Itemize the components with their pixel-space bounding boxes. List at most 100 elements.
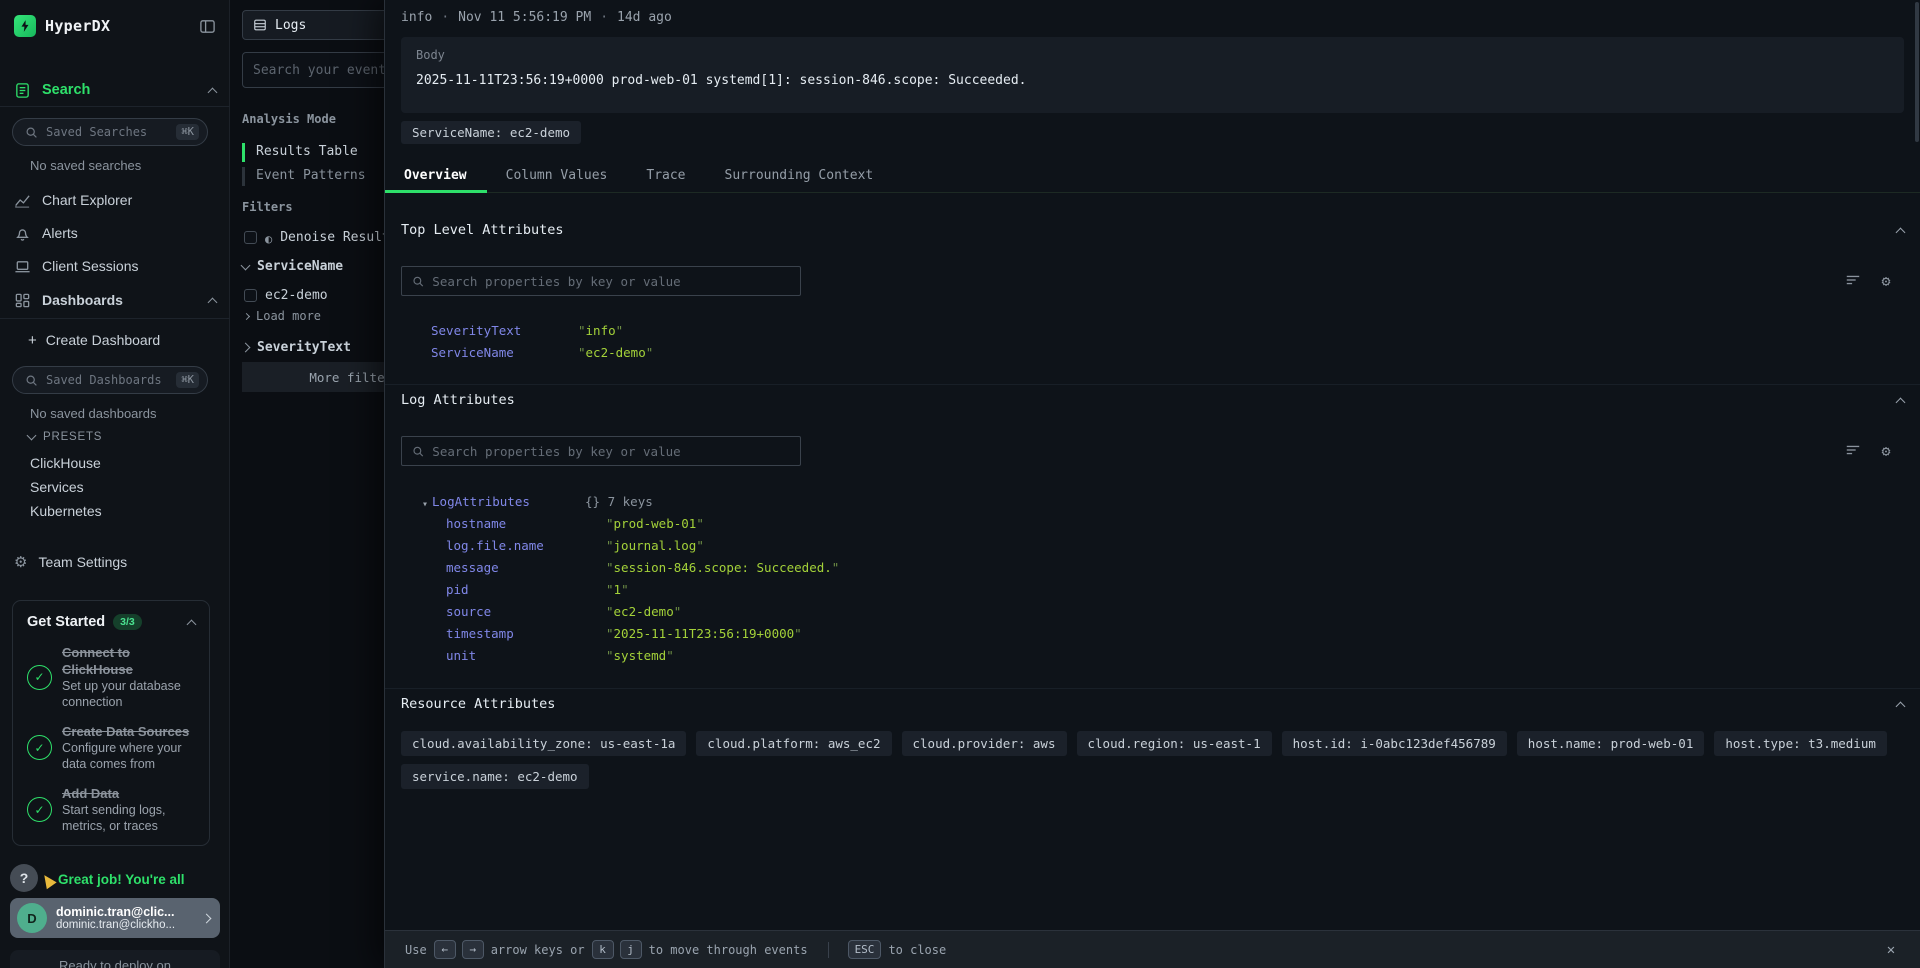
attribute-key[interactable]: hostname (446, 516, 606, 531)
resource-chip[interactable]: host.type: t3.medium (1714, 731, 1887, 756)
brand-row: HyperDX (0, 14, 230, 38)
resource-chip[interactable]: cloud.region: us-east-1 (1077, 731, 1272, 756)
service-name-chip[interactable]: ServiceName: ec2-demo (401, 121, 581, 144)
divider (385, 688, 1920, 689)
preset-kubernetes[interactable]: Kubernetes (30, 503, 102, 519)
attribute-value[interactable]: prod-web-01 (606, 516, 704, 531)
log-attributes-root[interactable]: LogAttributes {} 7 keys (422, 492, 653, 510)
chevron-up-icon[interactable] (208, 87, 218, 97)
attribute-key[interactable]: source (446, 604, 606, 619)
divider (0, 318, 230, 319)
preset-clickhouse[interactable]: ClickHouse (30, 455, 101, 471)
attribute-value[interactable]: systemd (606, 648, 674, 663)
deploy-banner[interactable]: Ready to deploy on (10, 950, 220, 968)
help-button[interactable]: ? (10, 864, 38, 892)
presets-toggle[interactable]: PRESETS (28, 431, 102, 443)
sidebar-item-search[interactable]: Search (0, 78, 230, 102)
sidebar-item-chart-explorer[interactable]: Chart Explorer (0, 190, 230, 210)
section-log-attributes: Log Attributes (401, 391, 1904, 409)
chevron-up-icon[interactable] (187, 619, 197, 629)
tab-trace[interactable]: Trace (627, 160, 705, 193)
get-started-item: Connect to ClickHouse Set up your databa… (27, 644, 195, 710)
no-saved-dashboards-text: No saved dashboards (30, 406, 156, 421)
bell-icon (14, 225, 31, 242)
denoise-checkbox-row[interactable]: Denoise Results (244, 228, 398, 247)
resource-chip[interactable]: cloud.availability_zone: us-east-1a (401, 731, 686, 756)
mode-event-patterns[interactable]: Event Patterns (256, 168, 366, 183)
log-attrs-search-input[interactable] (432, 444, 790, 459)
divider (385, 384, 1920, 385)
attribute-row: source ec2-demo (446, 602, 681, 620)
line-wrap-icon[interactable] (1843, 440, 1863, 460)
get-started-header[interactable]: Get Started 3/3 (27, 614, 195, 630)
attribute-key[interactable]: ServiceName (431, 345, 578, 360)
attribute-value[interactable]: ec2-demo (606, 604, 681, 619)
filter-group-servicename[interactable]: ServiceName (242, 259, 343, 274)
create-dashboard-button[interactable]: + Create Dashboard (0, 330, 230, 350)
option-label: ec2-demo (265, 288, 328, 303)
gear-icon (14, 553, 27, 572)
top-attrs-search-box[interactable] (401, 266, 801, 296)
resource-chip[interactable]: cloud.provider: aws (902, 731, 1067, 756)
collapse-section-icon[interactable] (1896, 701, 1906, 711)
attribute-value[interactable]: ec2-demo (578, 345, 653, 360)
saved-searches-input[interactable]: Saved Searches ⌘K (12, 118, 208, 146)
scrollbar-thumb[interactable] (1915, 2, 1919, 142)
checkbox[interactable] (244, 231, 257, 244)
attribute-value[interactable]: info (578, 323, 623, 338)
attribute-value[interactable]: journal.log (606, 538, 704, 553)
attribute-key[interactable]: unit (446, 648, 606, 663)
line-wrap-icon[interactable] (1843, 270, 1863, 290)
gear-icon[interactable] (1876, 270, 1896, 290)
gear-icon[interactable] (1876, 440, 1896, 460)
log-attrs-search-box[interactable] (401, 436, 801, 466)
event-relative-time: 14d ago (617, 10, 672, 25)
logs-source-icon (253, 18, 267, 32)
load-more-button[interactable]: Load more (244, 309, 321, 323)
attribute-key[interactable]: log.file.name (446, 538, 606, 553)
body-text: 2025-11-11T23:56:19+0000 prod-web-01 sys… (416, 73, 1889, 88)
attribute-key[interactable]: timestamp (446, 626, 606, 641)
chevron-up-icon[interactable] (208, 297, 218, 307)
top-attrs-search-input[interactable] (432, 274, 790, 289)
sidebar-item-alerts[interactable]: Alerts (0, 223, 230, 243)
footer-text: Use (405, 943, 427, 957)
attribute-value[interactable]: 1 (606, 582, 629, 597)
collapse-section-icon[interactable] (1896, 227, 1906, 237)
brand-name: HyperDX (45, 17, 110, 35)
filter-option-ec2-demo[interactable]: ec2-demo (244, 288, 328, 303)
attribute-key[interactable]: SeverityText (431, 323, 578, 338)
sidebar-item-client-sessions[interactable]: Client Sessions (0, 256, 230, 276)
attribute-value[interactable]: 2025-11-11T23:56:19+0000 (606, 626, 802, 641)
resource-chip[interactable]: cloud.platform: aws_ec2 (696, 731, 891, 756)
tab-overview[interactable]: Overview (385, 160, 487, 193)
tab-surrounding-context[interactable]: Surrounding Context (706, 160, 894, 193)
sidebar-item-dashboards[interactable]: Dashboards (0, 290, 230, 310)
presets-label: PRESETS (43, 431, 102, 443)
attribute-row: SeverityText info (431, 321, 623, 339)
attribute-value[interactable]: session-846.scope: Succeeded. (606, 560, 839, 575)
filter-group-severitytext[interactable]: SeverityText (242, 340, 351, 355)
saved-dashboards-input[interactable]: Saved Dashboards ⌘K (12, 366, 208, 394)
attribute-key[interactable]: LogAttributes (432, 494, 585, 509)
resource-chip[interactable]: host.name: prod-web-01 (1517, 731, 1705, 756)
resource-chip[interactable]: host.id: i-0abc123def456789 (1282, 731, 1507, 756)
user-menu[interactable]: D dominic.tran@clic... dominic.tran@clic… (10, 898, 220, 938)
resource-chip[interactable]: service.name: ec2-demo (401, 764, 589, 789)
checkbox[interactable] (244, 289, 257, 302)
collapse-section-icon[interactable] (1896, 397, 1906, 407)
attribute-key[interactable]: message (446, 560, 606, 575)
attribute-row: hostname prod-web-01 (446, 514, 704, 532)
tab-column-values[interactable]: Column Values (487, 160, 628, 193)
arrow-right-key: → (462, 940, 484, 959)
user-email: dominic.tran@clickho... (56, 919, 203, 931)
chevron-right-icon (202, 913, 212, 923)
sidebar-item-team-settings[interactable]: Team Settings (0, 552, 230, 572)
get-started-card: Get Started 3/3 Connect to ClickHouse Se… (12, 600, 210, 846)
mode-results-table[interactable]: Results Table (256, 144, 358, 159)
sidebar-collapse-icon[interactable] (199, 18, 216, 35)
caret-down-icon[interactable] (422, 492, 432, 511)
attribute-key[interactable]: pid (446, 582, 606, 597)
preset-services[interactable]: Services (30, 479, 84, 495)
close-icon[interactable] (1880, 939, 1902, 961)
